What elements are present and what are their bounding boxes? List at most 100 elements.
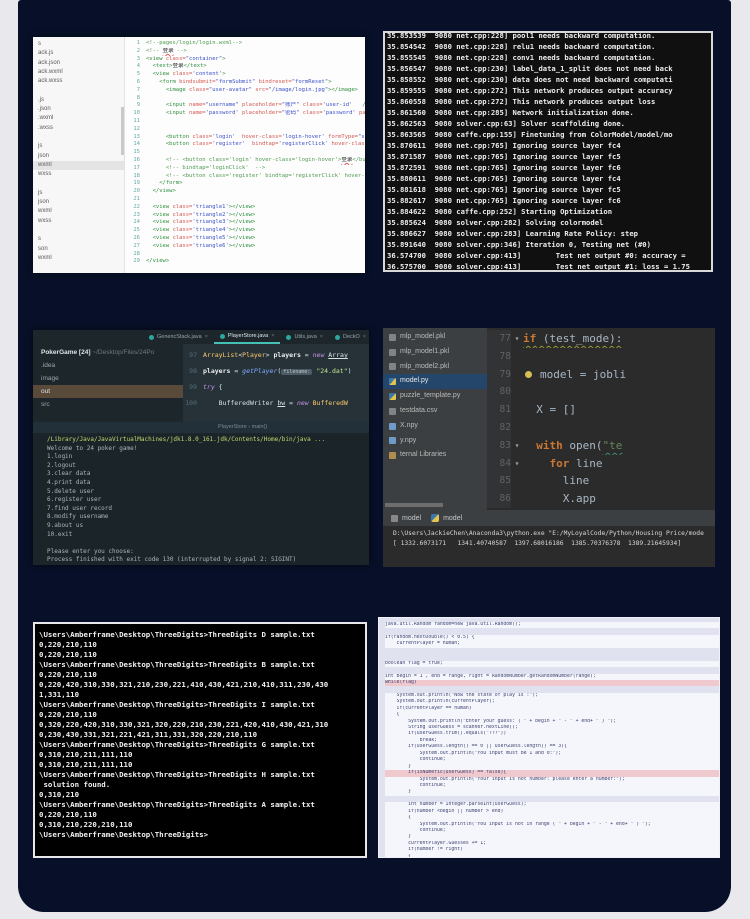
intellij-breadcrumb-bar: PlayerStore › main() — [33, 422, 369, 433]
code-token: <input — [146, 110, 190, 117]
line-number: 25 — [133, 227, 140, 234]
console-line: 10.exit — [47, 530, 73, 538]
wxml-code-line: 22 <view class='triangle1'></view> — [125, 204, 365, 212]
fold-arrow-icon[interactable]: ▾ — [511, 455, 523, 473]
code-token: <text> — [146, 63, 173, 70]
sidebar-scrollbar[interactable] — [121, 107, 124, 155]
file-item[interactable]: json — [33, 152, 124, 161]
file-tree-item[interactable]: puzzle_template.py — [383, 389, 487, 404]
file-item[interactable]: .wxml — [33, 114, 124, 123]
file-item[interactable]: js — [33, 189, 124, 198]
code-token: <button — [146, 141, 193, 148]
code-token: bindsubmit= — [179, 78, 216, 85]
file-tree-item[interactable]: ternal Libraries — [383, 448, 487, 463]
code-text: model = jobli — [540, 366, 626, 384]
editor-tab[interactable]: DeckO × — [329, 330, 369, 344]
line-number: 83 — [487, 436, 511, 455]
file-item[interactable]: .wxss — [33, 124, 124, 133]
project-tree-item[interactable]: .idea — [33, 359, 183, 372]
cmd-line: \Users\Amberframe\Desktop\ThreeDigits>Th… — [39, 740, 315, 749]
editor-tab[interactable]: GenericStack.java × — [143, 330, 214, 344]
line-number: 4 — [136, 63, 140, 70]
terminal-line: 35.860558 9080 net.cpp:272] This network… — [387, 97, 656, 106]
file-tree-item[interactable]: y.npy — [383, 434, 487, 449]
code-token: if — [523, 332, 537, 345]
file-item[interactable]: ack.js — [33, 49, 124, 58]
fold-arrow-icon[interactable]: ▾ — [511, 437, 523, 455]
file-tree-item[interactable]: testdata.csv — [383, 404, 487, 419]
intention-bulb-icon[interactable] — [525, 370, 532, 378]
code-token: class= — [172, 203, 193, 210]
wxml-code-line: 24 <view class='triangle3'></view> — [125, 219, 365, 227]
console-tab[interactable]: model — [391, 514, 421, 522]
code-token: ></view> — [228, 234, 256, 241]
file-item[interactable]: wxss — [33, 217, 124, 226]
code-token: with — [536, 438, 563, 452]
code-token: </view> — [146, 258, 170, 265]
tree-scrollbar[interactable] — [385, 503, 443, 507]
file-item[interactable]: wxml — [33, 254, 124, 263]
python-code-line: 81 X = [] — [487, 401, 715, 419]
project-tree-item[interactable]: out — [33, 385, 183, 398]
console-line: 4.print data — [47, 478, 91, 486]
tab-close-icon[interactable]: × — [363, 334, 366, 340]
code-token: new — [296, 399, 309, 407]
file-item[interactable]: wxss — [33, 170, 124, 179]
cmd-line: 1,331,110 — [39, 690, 80, 699]
python-code-line: 78 — [487, 347, 715, 366]
file-item[interactable]: son — [33, 245, 124, 254]
file-item[interactable]: s — [33, 40, 124, 49]
editor-tab[interactable]: Utils.java × — [280, 330, 329, 344]
console-line: 7.find user record — [47, 504, 113, 512]
project-tree-item[interactable]: src — [33, 398, 183, 411]
intellij-run-console: /Library/Java/JavaVirtualMachines/jdk1.8… — [33, 433, 369, 565]
file-tree-item[interactable]: mlp_model2.pkl — [383, 360, 487, 375]
project-tree-item[interactable]: image — [33, 372, 183, 385]
editor-tab[interactable]: PlayerStore.java × — [213, 330, 281, 344]
project-tree-item[interactable]: PokerGame [24] ~/Desktop/Files/24Po — [33, 346, 183, 359]
file-item[interactable]: .json — [33, 105, 124, 114]
wxml-code-line: 10 <input name='password' placeholder="密… — [125, 110, 365, 118]
wxml-code-line: 12 — [125, 126, 365, 134]
cmd-log: \Users\Amberframe\Desktop\ThreeDigits>Th… — [39, 630, 365, 840]
java-code-line: 99 try { — [183, 379, 369, 395]
code-token: 'triangle1' — [192, 203, 229, 210]
file-item[interactable]: ack.json — [33, 59, 124, 68]
code-token: BufferedW — [312, 399, 348, 407]
code-token: ></view> — [228, 242, 256, 249]
file-item[interactable]: wxml — [33, 207, 124, 216]
file-item[interactable]: js — [33, 142, 124, 151]
code-token: X = [] — [523, 403, 576, 417]
tab-close-icon[interactable]: × — [320, 334, 323, 340]
code-text: X = [] — [523, 401, 576, 419]
code-token: "formReset" — [291, 78, 329, 85]
panel-cmd-terminal: \Users\Amberframe\Desktop\ThreeDigits>Th… — [33, 622, 367, 858]
file-tree-item[interactable]: mlp_model.pkl — [383, 330, 487, 345]
file-item[interactable]: wxml — [33, 160, 124, 171]
code-token: "sub — [357, 133, 365, 140]
cmd-line: \Users\Amberframe\Desktop\ThreeDigits>Th… — [39, 800, 315, 809]
file-item[interactable]: .js — [33, 96, 124, 105]
file-tree-item[interactable]: model.py — [383, 374, 487, 390]
code-token: 'triangle2' — [192, 211, 229, 218]
file-item[interactable]: ack.wxml — [33, 68, 124, 77]
tab-close-icon[interactable]: × — [271, 333, 274, 339]
file-item[interactable]: json — [33, 198, 124, 207]
console-line: 5.delete user — [47, 487, 94, 495]
file-tree-item[interactable]: X.npy — [383, 419, 487, 434]
code-token: 'login' — [212, 133, 236, 140]
file-item[interactable]: ack.wxss — [33, 77, 124, 86]
code-token: class= — [172, 227, 193, 234]
file-tree-item[interactable]: mlp_model1.pkl — [383, 345, 487, 360]
code-token: <view — [146, 227, 173, 234]
code-token: 'password' — [322, 110, 356, 117]
file-item[interactable]: s — [33, 235, 124, 244]
code-token: </form> — [146, 180, 183, 187]
code-token: 登录 — [162, 47, 174, 54]
fold-arrow-icon[interactable]: ▾ — [511, 330, 523, 348]
console-tab[interactable]: model — [431, 514, 462, 522]
tab-close-icon[interactable]: × — [205, 334, 208, 340]
terminal-line: 35.856547 9080 net.cpp:230] label_data_1… — [387, 64, 673, 73]
intellij-code-area: 97 ArrayList<Player> players = new Array 9… — [183, 344, 369, 422]
